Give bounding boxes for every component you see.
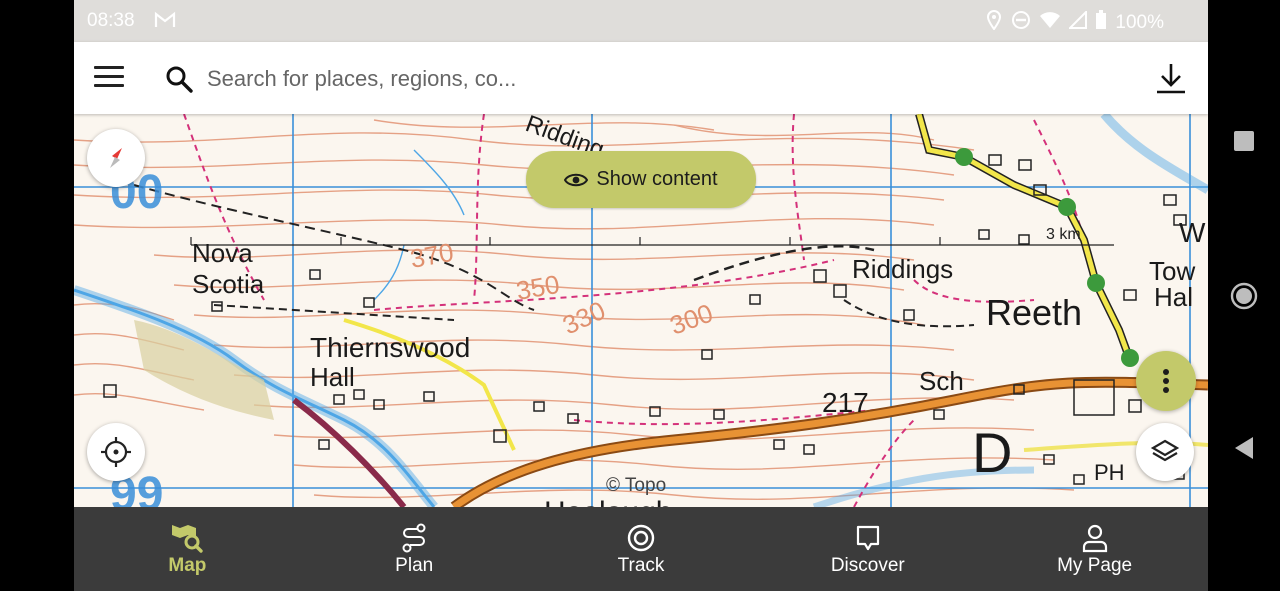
eye-icon [564, 173, 589, 186]
nav-label-track: Track [617, 555, 665, 576]
layers-button[interactable] [1136, 423, 1194, 481]
nav-label-discover: Discover [830, 555, 905, 576]
app-screen: Nova Scotia Thiernswood Hall Riddings Re… [74, 0, 1208, 591]
nav-item-track[interactable]: Track [528, 507, 755, 591]
nav-label-map: Map [168, 555, 207, 576]
status-bar: 08:38 100% [74, 0, 1208, 42]
map-label-sch: Sch [919, 366, 964, 396]
home-icon[interactable] [1230, 282, 1258, 310]
map-label-w: W [1179, 217, 1206, 248]
more-vertical-icon [1163, 369, 1169, 393]
status-time: 08:38 [87, 10, 135, 31]
search-bar [74, 42, 1208, 114]
map-label-healaugh: Healaugh [544, 496, 672, 507]
map-label-hall: Hall [310, 362, 355, 392]
nav-item-my-page[interactable]: My Page [981, 507, 1208, 591]
back-icon[interactable] [1233, 436, 1255, 460]
scale-label: 3 km [1046, 226, 1081, 243]
signal-icon [1067, 9, 1088, 35]
track-icon [627, 524, 655, 552]
nav-item-map[interactable]: Map [74, 507, 301, 591]
nav-item-plan[interactable]: Plan [301, 507, 528, 591]
left-black-bar [0, 0, 74, 591]
profile-icon [1082, 524, 1107, 553]
map-label-hal: Hal [1154, 282, 1193, 312]
map-label-d: D [972, 421, 1012, 484]
map-icon [172, 525, 204, 553]
download-icon[interactable] [1154, 60, 1188, 96]
map-label-thiernswood: Thiernswood [310, 332, 470, 363]
map-label-nova: Nova [192, 238, 253, 268]
bottom-navigation: Map Plan Track Discover My Page [74, 507, 1208, 591]
map-label-riddings: Riddings [852, 254, 953, 284]
discover-icon [856, 525, 879, 551]
hamburger-icon [94, 66, 124, 69]
status-icons: 100% [985, 9, 1164, 36]
locate-button[interactable] [87, 423, 145, 481]
map-label-217: 217 [822, 387, 869, 418]
nav-label-plan: Plan [395, 555, 434, 576]
system-navigation-bar [1208, 0, 1280, 591]
plan-icon [402, 523, 426, 553]
map-label-ph: PH [1094, 460, 1125, 485]
battery-percent: 100% [1115, 12, 1164, 33]
show-content-button[interactable]: Show content [526, 151, 756, 208]
map-copyright: © Topo [606, 475, 667, 496]
menu-button[interactable] [94, 66, 124, 90]
nav-item-discover[interactable]: Discover [754, 507, 981, 591]
compass-button[interactable] [87, 129, 145, 187]
recents-icon[interactable] [1233, 130, 1255, 152]
gmail-icon [154, 11, 176, 35]
wifi-icon [1039, 11, 1061, 35]
crosshair-icon [101, 437, 131, 467]
location-icon [985, 10, 1003, 36]
nav-label-my-page: My Page [1057, 555, 1133, 576]
search-icon[interactable] [164, 64, 194, 94]
layers-icon [1150, 439, 1180, 462]
compass-icon [110, 148, 122, 168]
more-options-button[interactable] [1136, 351, 1196, 411]
dnd-icon [1011, 10, 1031, 36]
search-input[interactable] [205, 60, 1089, 98]
show-content-label: Show content [596, 168, 718, 190]
map-label-scotia: Scotia [192, 269, 265, 299]
battery-icon [1095, 10, 1107, 36]
map-label-reeth: Reeth [986, 292, 1082, 333]
